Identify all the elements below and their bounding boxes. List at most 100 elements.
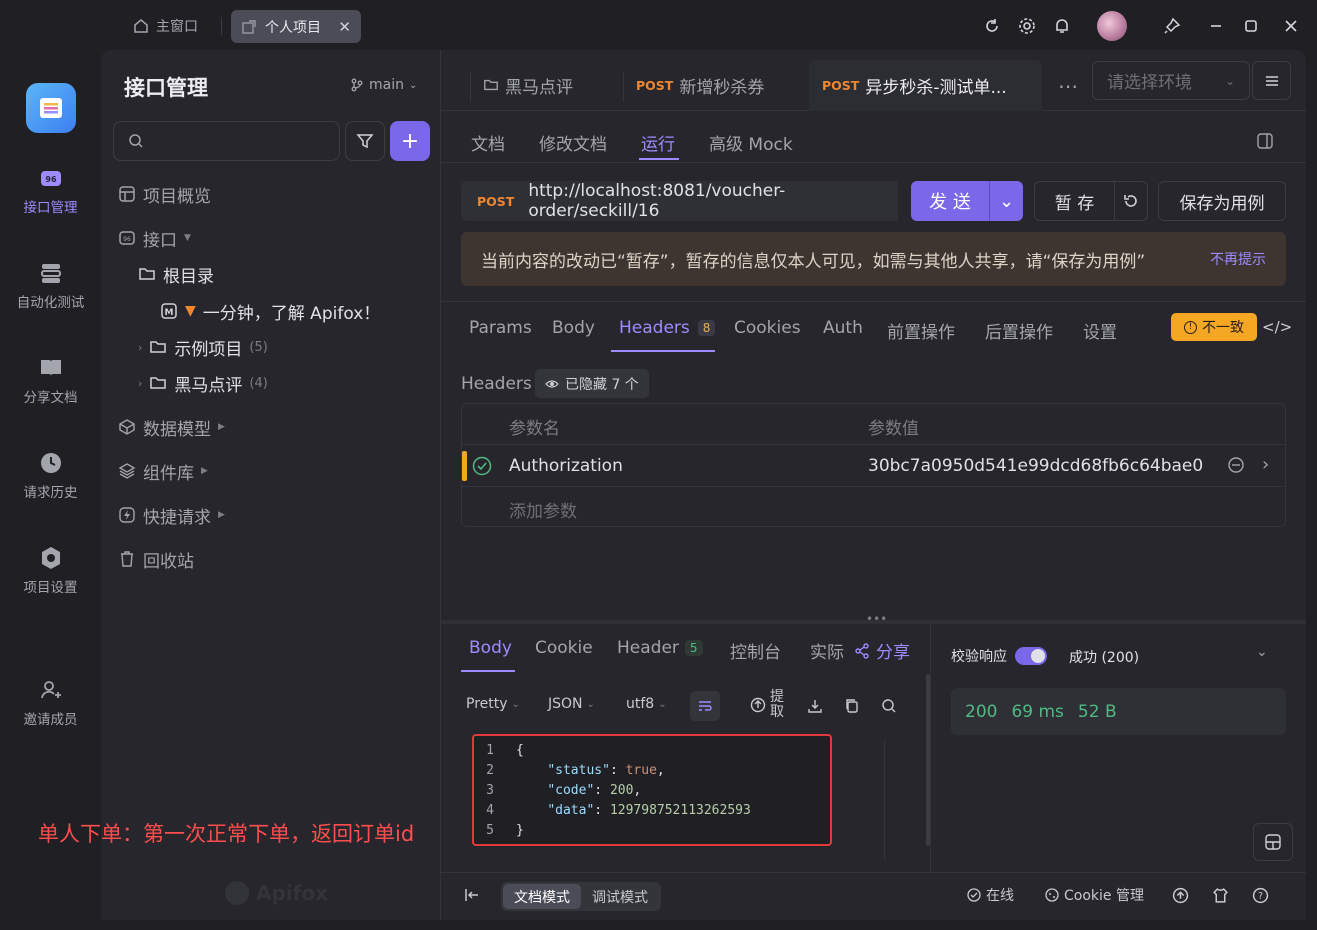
tree-overview[interactable]: 项目概览 (118, 182, 211, 207)
environment-select[interactable]: 请选择环境 ⌄ (1092, 61, 1250, 100)
upload-icon[interactable] (1172, 887, 1189, 908)
tree-quick-request[interactable]: 快捷请求 ▶ (118, 503, 225, 528)
add-param-input[interactable]: 添加参数 (509, 497, 577, 522)
doc-tab-add-voucher[interactable]: POST 新增秒杀券 (636, 60, 764, 110)
header-value-cell[interactable]: 30bc7a0950d541e99dcd68fb6c64bae0 (868, 456, 1203, 476)
tab-edit-doc[interactable]: 修改文档 (539, 130, 607, 155)
tree-intro-doc[interactable]: M ▼ 一分钟，了解 Apifox！ (160, 299, 380, 324)
rail-automation[interactable]: 自动化测试 (0, 261, 101, 311)
extract-button[interactable]: 提取 (750, 690, 786, 720)
code-icon[interactable]: </> (1262, 318, 1292, 336)
validate-response[interactable]: 校验响应 (951, 646, 1047, 666)
shirt-icon[interactable] (1212, 887, 1229, 908)
branch-selector[interactable]: main ⌄ (350, 77, 417, 93)
rail-share-docs[interactable]: 分享文档 (0, 356, 101, 406)
menu-button[interactable] (1252, 61, 1291, 100)
resp-tab-actual[interactable]: 实际 (810, 638, 844, 663)
resp-tab-header[interactable]: Header 5 (617, 638, 703, 658)
online-status[interactable]: 在线 (967, 885, 1014, 905)
bell-icon[interactable] (1051, 15, 1073, 37)
doc-mode-button[interactable]: 文档模式 (503, 884, 581, 909)
debug-mode-button[interactable]: 调试模式 (581, 884, 659, 909)
response-editor[interactable]: 1{ 2 "status": true, 3 "code": 200, 4 "d… (472, 734, 832, 846)
url-input[interactable]: POST http://localhost:8081/voucher-order… (461, 181, 898, 221)
cookie-manager[interactable]: Cookie 管理 (1045, 885, 1144, 905)
format-pretty-select[interactable]: Pretty ⌄ (466, 696, 520, 712)
scrollbar[interactable] (926, 674, 930, 846)
rail-api-management[interactable]: 96 接口管理 (0, 166, 101, 216)
more-icon[interactable]: ⋯ (1058, 74, 1078, 98)
maximize-icon[interactable] (1240, 15, 1262, 37)
code-text: } (516, 822, 524, 838)
tree-heima[interactable]: › 黑马点评 (4) (138, 371, 268, 396)
json-value: 129798752113262593 (609, 802, 751, 818)
tab-advanced-mock[interactable]: 高级 Mock (709, 130, 793, 155)
add-button[interactable]: + (390, 121, 430, 161)
copy-icon[interactable] (844, 698, 860, 718)
gear-icon[interactable] (1016, 15, 1038, 37)
filter-button[interactable] (345, 121, 385, 161)
rail-invite[interactable]: 邀请成员 (0, 678, 101, 728)
chevron-right-icon[interactable]: › (1262, 454, 1269, 475)
api-icon: 96 (39, 166, 63, 190)
share-button[interactable]: 分享 (854, 638, 910, 663)
req-tab-pre[interactable]: 前置操作 (887, 318, 955, 343)
save-case-button[interactable]: 保存为用例 (1158, 181, 1286, 221)
collapse-icon[interactable] (463, 886, 481, 908)
search-icon[interactable] (881, 698, 897, 718)
format-json-select[interactable]: JSON ⌄ (548, 696, 595, 712)
req-tab-headers[interactable]: Headers 8 (619, 318, 716, 338)
chevron-down-icon[interactable]: ⌄ (1256, 644, 1268, 660)
req-tab-cookies[interactable]: Cookies (734, 318, 801, 338)
download-icon[interactable] (807, 698, 823, 718)
resp-tab-console[interactable]: 控制台 (730, 638, 781, 663)
encoding-select[interactable]: utf8 ⌄ (626, 696, 667, 712)
doc-tab-async-seckill[interactable]: POST 异步秒杀-测试单... (822, 60, 1007, 110)
tree-api[interactable]: 96 接口 ▼ (118, 226, 191, 251)
header-name-cell[interactable]: Authorization (509, 456, 623, 476)
resp-tab-cookie[interactable]: Cookie (535, 638, 593, 658)
tree-components[interactable]: 组件库 ▶ (118, 459, 208, 484)
tab-home[interactable]: 主窗口 (132, 12, 198, 40)
tab-run[interactable]: 运行 (641, 130, 675, 155)
tree-trash[interactable]: 回收站 (118, 547, 194, 572)
chevron-down-icon[interactable]: ⌄ (989, 181, 1023, 221)
req-tab-params[interactable]: Params (469, 318, 532, 338)
drag-dots-icon[interactable]: ••• (866, 612, 887, 626)
tree-root[interactable]: 根目录 (138, 262, 214, 287)
req-tab-settings[interactable]: 设置 (1083, 318, 1117, 343)
layout-button[interactable] (1253, 823, 1293, 861)
layout-icon (1265, 834, 1281, 850)
remove-icon[interactable] (1227, 456, 1245, 478)
req-tab-post[interactable]: 后置操作 (985, 318, 1053, 343)
tree-examples[interactable]: › 示例项目 (5) (138, 335, 268, 360)
reset-button[interactable] (1114, 181, 1148, 221)
tree-models[interactable]: 数据模型 ▶ (118, 415, 225, 440)
toggle-switch[interactable] (1015, 647, 1047, 665)
help-icon[interactable]: ? (1252, 887, 1269, 908)
hidden-headers-pill[interactable]: 已隐藏 7 个 (535, 369, 649, 398)
pin-icon[interactable] (1161, 15, 1183, 37)
close-icon[interactable]: ✕ (338, 18, 351, 36)
wrap-button[interactable] (690, 691, 720, 721)
dismiss-link[interactable]: 不再提示 (1210, 249, 1266, 269)
mismatch-badge[interactable]: ! 不一致 (1171, 313, 1257, 341)
req-tab-auth[interactable]: Auth (823, 318, 863, 338)
refresh-icon[interactable] (981, 15, 1003, 37)
doc-tab-heima[interactable]: 黑马点评 (483, 60, 573, 110)
search-input[interactable] (113, 121, 340, 161)
panel-toggle-icon[interactable] (1256, 132, 1274, 154)
rail-project-settings[interactable]: 项目设置 (0, 546, 101, 596)
rail-history[interactable]: 请求历史 (0, 451, 101, 501)
minimize-icon[interactable] (1205, 15, 1227, 37)
check-icon[interactable] (472, 456, 492, 480)
tab-personal-project[interactable]: 个人项目 ✕ (231, 10, 361, 43)
req-tab-body[interactable]: Body (552, 318, 595, 338)
avatar[interactable] (1097, 11, 1127, 41)
stash-button[interactable]: 暂 存 (1034, 181, 1115, 221)
tab-doc[interactable]: 文档 (471, 130, 505, 155)
send-button[interactable]: 发 送 ⌄ (911, 181, 1023, 221)
resp-tab-body[interactable]: Body (469, 638, 512, 658)
minimap[interactable] (884, 740, 904, 860)
window-close-icon[interactable] (1280, 15, 1302, 37)
